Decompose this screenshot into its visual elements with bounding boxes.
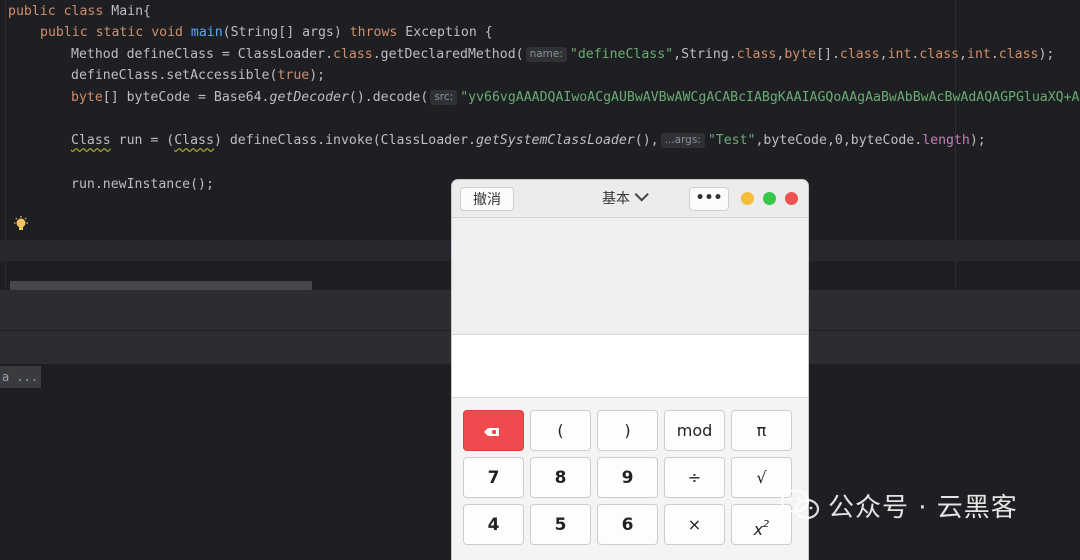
code-line-4[interactable]: defineClass.setAccessible(true); (71, 66, 325, 86)
mod-key[interactable]: mod (664, 410, 725, 451)
open-paren-key[interactable]: ( (530, 410, 591, 451)
token: , (879, 47, 888, 62)
token: int (887, 47, 912, 62)
digit-4-key[interactable]: 4 (463, 504, 524, 545)
expression-input[interactable] (452, 335, 808, 398)
watermark: 公众号 · 云黑客 (780, 485, 1018, 525)
backspace-key[interactable] (463, 410, 524, 451)
digit-8-key[interactable]: 8 (530, 457, 591, 498)
token: ) defineClass.invoke(ClassLoader. (213, 133, 476, 148)
code-line-1[interactable]: public class Main{ (8, 2, 151, 22)
token: Exception { (397, 25, 493, 40)
divide-key[interactable]: ÷ (664, 457, 725, 498)
token: class (63, 4, 104, 19)
token: byte (784, 47, 817, 62)
token: ); (969, 133, 986, 148)
digit-5-key[interactable]: 5 (530, 504, 591, 545)
token: , (959, 47, 967, 62)
token: []. (816, 47, 840, 62)
token: [] byteCode = Base64. (102, 90, 270, 105)
pi-key[interactable]: π (731, 410, 792, 451)
token: length (922, 133, 970, 148)
token: defineClass.setAccessible( (71, 68, 278, 83)
param-hint-src: src: (430, 90, 458, 105)
token: "yv66vgAAADQAIwoACgAUBwAVBwAWCgACABcIABg… (460, 90, 1080, 105)
digit-9-key[interactable]: 9 (597, 457, 658, 498)
token: main (190, 25, 223, 40)
token: "Test" (707, 133, 756, 148)
undo-button[interactable]: 撤消 (460, 187, 514, 211)
close-paren-key[interactable]: ) (597, 410, 658, 451)
token: (), (634, 133, 659, 148)
horizontal-scrollbar[interactable] (10, 281, 312, 290)
code-line-5[interactable]: byte[] byteCode = Base64.getDecoder().de… (71, 88, 1080, 108)
param-hint-name: name: (525, 47, 567, 62)
token: ); (1038, 47, 1055, 62)
token: (String[] args) (222, 25, 350, 40)
backspace-icon (484, 428, 499, 436)
square-key-exponent: 2 (763, 519, 770, 530)
token: ,byteCode,0,byteCode. (755, 133, 923, 148)
square-key-base: x (753, 520, 764, 539)
token: Main{ (111, 4, 151, 19)
token: getDecoder (269, 90, 349, 105)
token: throws (349, 25, 398, 40)
multiply-key[interactable]: × (664, 504, 725, 545)
watermark-text: 公众号 · 云黑客 (828, 492, 1018, 523)
token: "defineClass" (569, 47, 674, 62)
token: class (736, 47, 777, 62)
maximize-button[interactable] (763, 192, 776, 205)
calculator-titlebar: 撤消 基本 ••• (452, 180, 808, 218)
code-line-7[interactable]: run.newInstance(); (71, 175, 214, 195)
token: class (998, 47, 1039, 62)
lightbulb-icon[interactable] (13, 216, 29, 234)
token: class (839, 47, 880, 62)
calculator-window[interactable]: 撤消 基本 ••• ( ) mod π 7 8 9 ÷ √ 4 5 6 × x2 (452, 180, 808, 560)
token: Class (71, 133, 111, 148)
token: public (8, 4, 56, 19)
code-line-3[interactable]: Method defineClass = ClassLoader.class.g… (71, 45, 1054, 65)
mode-label: 基本 (602, 191, 630, 207)
digit-6-key[interactable]: 6 (597, 504, 658, 545)
token: class (919, 47, 960, 62)
keypad: ( ) mod π 7 8 9 ÷ √ 4 5 6 × x2 (452, 398, 808, 560)
code-line-6[interactable]: Class run = (Class) defineClass.invoke(C… (71, 131, 986, 151)
history-display (452, 218, 808, 335)
token: Method defineClass = ClassLoader. (71, 47, 334, 62)
token: ,String. (673, 47, 737, 62)
minimize-button[interactable] (741, 192, 754, 205)
token: void (151, 25, 183, 40)
token: run.newInstance(); (71, 177, 214, 192)
token: true (277, 68, 310, 83)
param-hint-args: ...args: (660, 133, 705, 148)
status-text: a ... (0, 366, 41, 388)
menu-button[interactable]: ••• (689, 187, 729, 211)
token: int (967, 47, 991, 62)
digit-7-key[interactable]: 7 (463, 457, 524, 498)
token: ().decode( (348, 90, 429, 105)
token: . (990, 47, 999, 62)
token: public (40, 25, 88, 40)
token: static (95, 25, 144, 40)
token: .getDeclaredMethod( (372, 47, 524, 62)
token: class (333, 47, 373, 62)
mode-selector[interactable]: 基本 (602, 187, 649, 210)
token: ); (309, 68, 326, 83)
token: getSystemClassLoader (475, 133, 635, 148)
wechat-icon (780, 489, 820, 520)
token: run = ( (110, 133, 175, 148)
token: Class (174, 133, 214, 148)
close-button[interactable] (785, 192, 798, 205)
token: byte (71, 90, 103, 105)
chevron-down-icon (634, 187, 649, 202)
code-line-2[interactable]: public static void main(String[] args) t… (40, 23, 493, 43)
